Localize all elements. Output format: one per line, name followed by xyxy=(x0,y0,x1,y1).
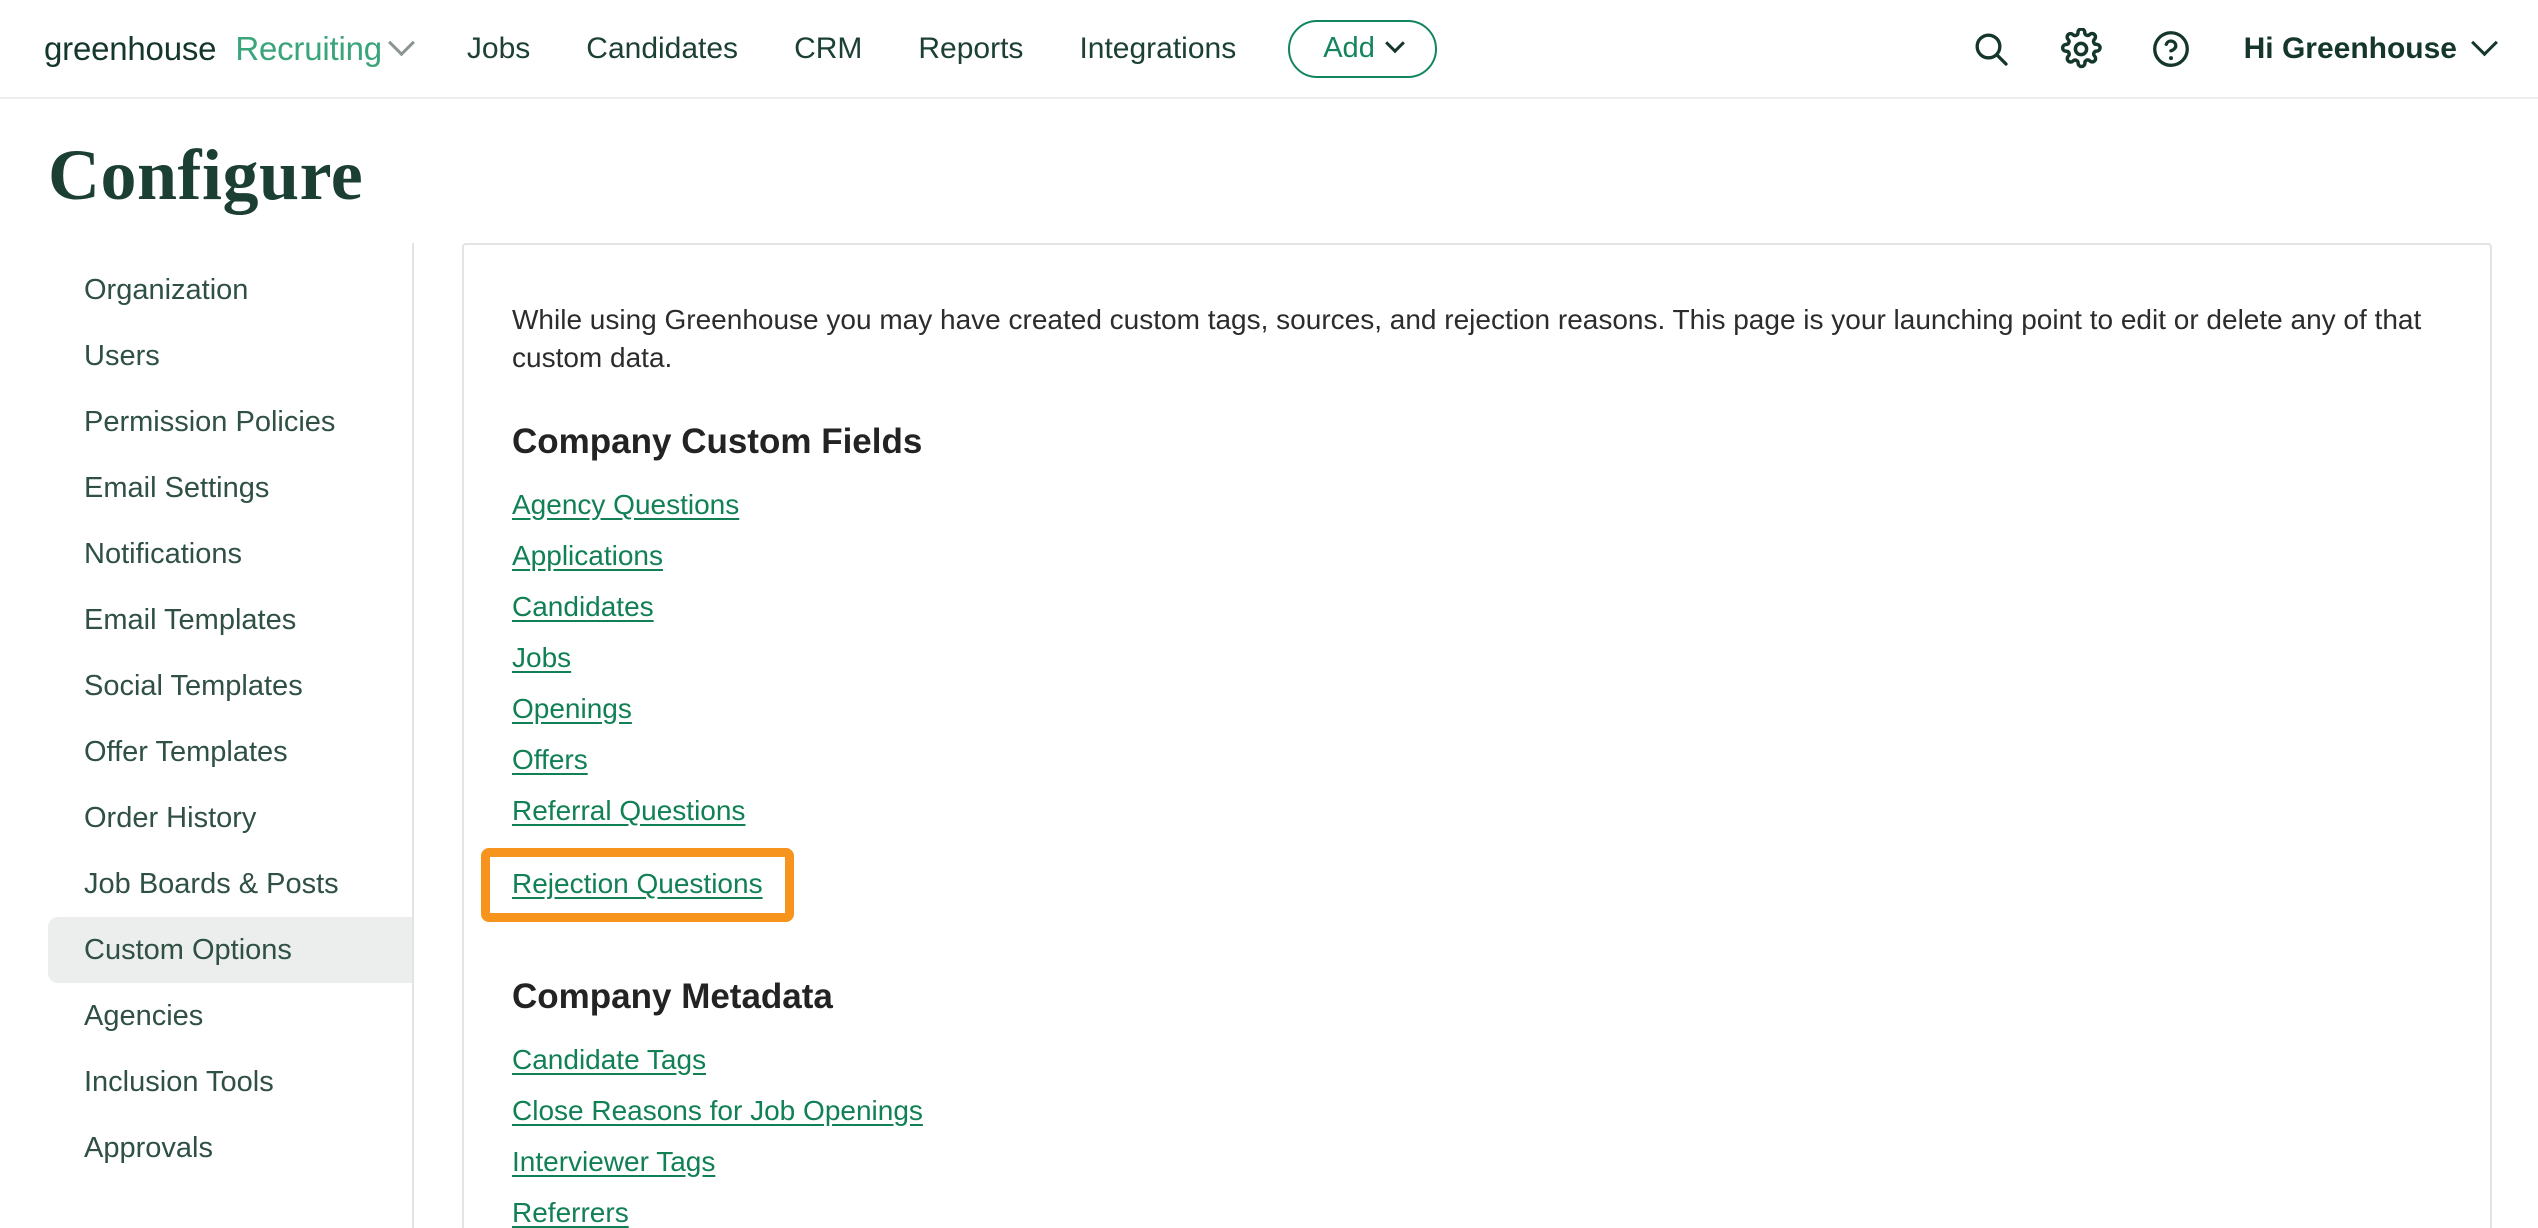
list-item: Offers xyxy=(512,744,2442,776)
chevron-down-icon[interactable] xyxy=(388,29,415,56)
user-menu[interactable]: Hi Greenhouse xyxy=(2244,32,2494,66)
sidebar-item-label: Users xyxy=(84,340,160,373)
list-item: Openings xyxy=(512,693,2442,725)
section-heading-company-metadata: Company Metadata xyxy=(512,977,2442,1017)
list-item: Candidate Tags xyxy=(512,1044,2442,1076)
link-candidate-tags[interactable]: Candidate Tags xyxy=(512,1044,706,1075)
sidebar-item-permission-policies[interactable]: Permission Policies xyxy=(48,389,412,455)
list-item: Applications xyxy=(512,540,2442,572)
link-applications[interactable]: Applications xyxy=(512,540,663,571)
search-icon[interactable] xyxy=(1968,26,2014,72)
sidebar-item-notifications[interactable]: Notifications xyxy=(48,521,412,587)
custom-options-card: While using Greenhouse you may have crea… xyxy=(462,243,2492,1228)
link-close-reasons-for-job-openings[interactable]: Close Reasons for Job Openings xyxy=(512,1095,923,1126)
link-agency-questions[interactable]: Agency Questions xyxy=(512,489,739,520)
nav-right-group: Hi Greenhouse xyxy=(1968,26,2494,72)
sidebar-item-label: Agencies xyxy=(84,1000,203,1033)
section-heading-company-custom-fields: Company Custom Fields xyxy=(512,422,2442,462)
list-item: Candidates xyxy=(512,591,2442,623)
sidebar-item-label: Social Templates xyxy=(84,670,303,703)
section-spacer xyxy=(512,943,2442,973)
list-item: Interviewer Tags xyxy=(512,1146,2442,1178)
link-openings[interactable]: Openings xyxy=(512,693,632,724)
link-rejection-questions[interactable]: Rejection Questions xyxy=(512,868,763,900)
sidebar-item-label: Email Settings xyxy=(84,472,269,505)
sidebar-item-email-templates[interactable]: Email Templates xyxy=(48,587,412,653)
chevron-down-icon xyxy=(2471,29,2498,56)
nav-item-jobs[interactable]: Jobs xyxy=(467,32,530,66)
help-circle-icon[interactable] xyxy=(2148,26,2194,72)
settings-sidebar: Organization Users Permission Policies E… xyxy=(48,243,414,1228)
company-custom-fields-link-list: Agency Questions Applications Candidates… xyxy=(512,489,2442,924)
list-item: Referral Questions xyxy=(512,795,2442,827)
nav-item-reports[interactable]: Reports xyxy=(918,32,1023,66)
sidebar-item-label: Inclusion Tools xyxy=(84,1066,274,1099)
list-item: Agency Questions xyxy=(512,489,2442,521)
sidebar-item-approvals[interactable]: Approvals xyxy=(48,1115,412,1181)
link-referral-questions[interactable]: Referral Questions xyxy=(512,795,745,826)
company-metadata-link-list: Candidate Tags Close Reasons for Job Ope… xyxy=(512,1044,2442,1228)
brand-logo[interactable]: greenhouse Recruiting xyxy=(44,30,411,68)
sidebar-item-custom-options[interactable]: Custom Options xyxy=(48,917,412,983)
list-item: Rejection Questions xyxy=(512,846,2442,924)
highlight-annotation-box: Rejection Questions xyxy=(481,848,794,922)
list-item: Referrers xyxy=(512,1197,2442,1228)
link-referrers[interactable]: Referrers xyxy=(512,1197,629,1228)
list-item: Jobs xyxy=(512,642,2442,674)
chevron-down-icon xyxy=(1385,33,1405,53)
link-jobs[interactable]: Jobs xyxy=(512,642,571,673)
sidebar-item-organization[interactable]: Organization xyxy=(48,257,412,323)
sidebar-item-users[interactable]: Users xyxy=(48,323,412,389)
sidebar-item-inclusion-tools[interactable]: Inclusion Tools xyxy=(48,1049,412,1115)
page-title: Configure xyxy=(0,99,2538,217)
sidebar-item-label: Order History xyxy=(84,802,256,835)
sidebar-item-label: Organization xyxy=(84,274,248,307)
add-button-label: Add xyxy=(1323,32,1375,65)
primary-nav-links: Jobs Candidates CRM Reports Integrations xyxy=(467,32,1236,66)
sidebar-item-label: Email Templates xyxy=(84,604,296,637)
sidebar-item-agencies[interactable]: Agencies xyxy=(48,983,412,1049)
list-item: Close Reasons for Job Openings xyxy=(512,1095,2442,1127)
sidebar-item-label: Permission Policies xyxy=(84,406,335,439)
sidebar-item-email-settings[interactable]: Email Settings xyxy=(48,455,412,521)
link-offers[interactable]: Offers xyxy=(512,744,588,775)
page-body: Organization Users Permission Policies E… xyxy=(0,243,2538,1228)
sidebar-item-label: Job Boards & Posts xyxy=(84,868,339,901)
sidebar-item-label: Custom Options xyxy=(84,934,292,967)
link-interviewer-tags[interactable]: Interviewer Tags xyxy=(512,1146,715,1177)
user-menu-label: Hi Greenhouse xyxy=(2244,32,2457,66)
sidebar-item-order-history[interactable]: Order History xyxy=(48,785,412,851)
sidebar-item-label: Offer Templates xyxy=(84,736,288,769)
sidebar-item-label: Approvals xyxy=(84,1132,213,1165)
sidebar-item-label: Notifications xyxy=(84,538,242,571)
sidebar-item-offer-templates[interactable]: Offer Templates xyxy=(48,719,412,785)
link-candidates[interactable]: Candidates xyxy=(512,591,654,622)
add-button[interactable]: Add xyxy=(1288,20,1437,78)
top-navigation-bar: greenhouse Recruiting Jobs Candidates CR… xyxy=(0,0,2538,99)
intro-paragraph: While using Greenhouse you may have crea… xyxy=(512,301,2442,377)
nav-item-integrations[interactable]: Integrations xyxy=(1079,32,1236,66)
nav-item-candidates[interactable]: Candidates xyxy=(586,32,738,66)
brand-name-primary: greenhouse xyxy=(44,30,216,68)
sidebar-item-job-boards-posts[interactable]: Job Boards & Posts xyxy=(48,851,412,917)
gear-icon[interactable] xyxy=(2058,26,2104,72)
sidebar-item-social-templates[interactable]: Social Templates xyxy=(48,653,412,719)
brand-name-secondary: Recruiting xyxy=(235,30,382,68)
nav-item-crm[interactable]: CRM xyxy=(794,32,862,66)
